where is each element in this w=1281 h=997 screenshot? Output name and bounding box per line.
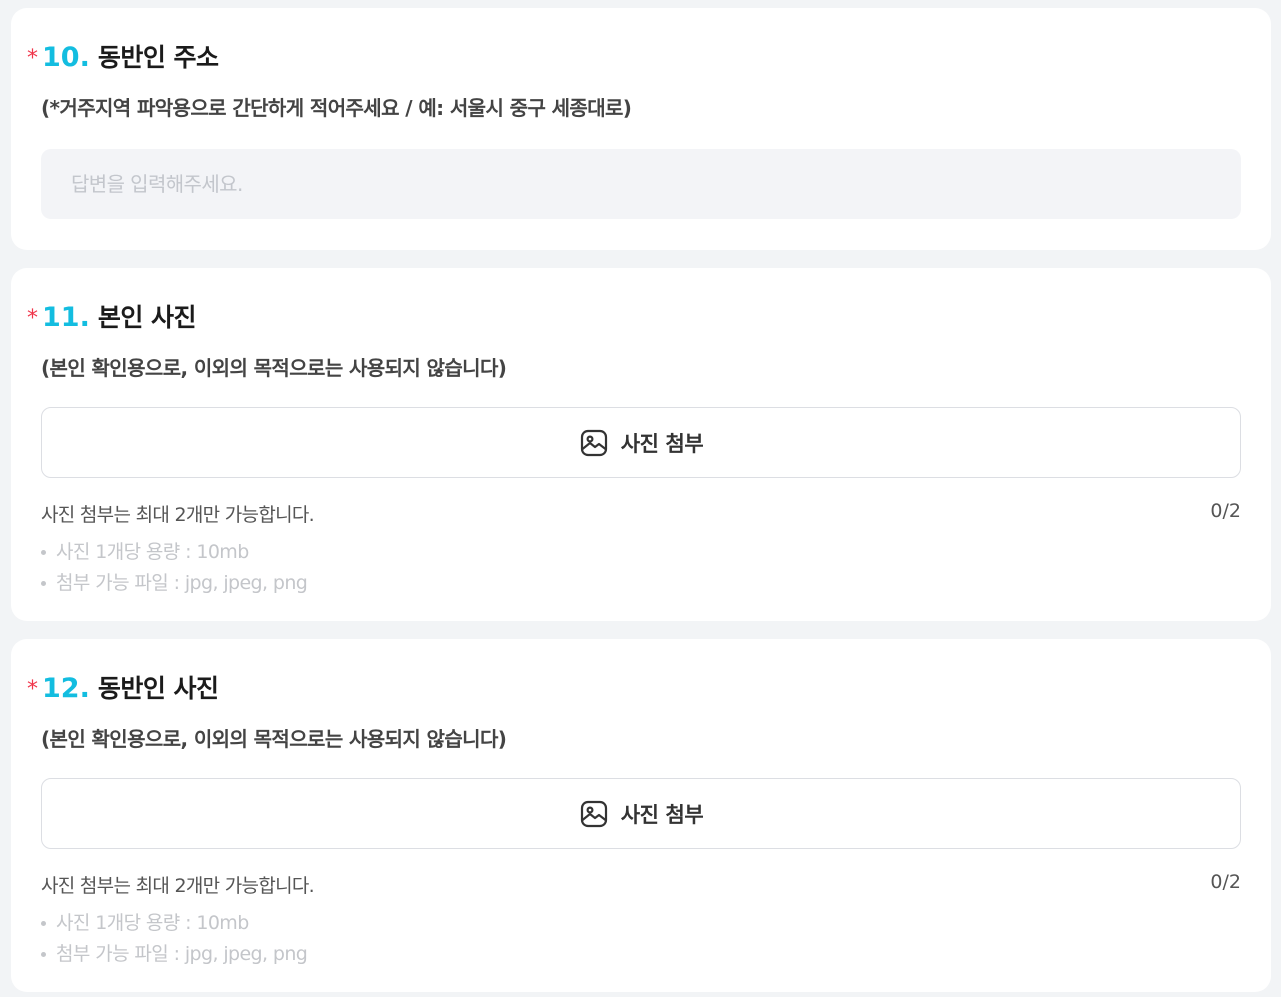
question-card-10: * 10. 동반인 주소 (*거주지역 파악용으로 간단하게 적어주세요 / 예… (11, 8, 1271, 250)
image-icon (579, 428, 609, 458)
attach-photo-label: 사진 첨부 (620, 431, 704, 456)
question-text: 본인 사진 (97, 303, 197, 332)
list-item: 첨부 가능 파일 : jpg, jpeg, png (41, 939, 308, 970)
question-description: (*거주지역 파악용으로 간단하게 적어주세요 / 예: 서울시 중구 세종대로… (41, 96, 632, 120)
question-number: 11. (42, 302, 90, 333)
attachment-counter: 0/2 (1210, 500, 1241, 522)
required-mark: * (27, 677, 38, 702)
bullet-icon (41, 581, 46, 586)
bullet-icon (41, 952, 46, 957)
attach-photo-button[interactable]: 사진 첨부 (41, 778, 1241, 849)
list-item: 첨부 가능 파일 : jpg, jpeg, png (41, 568, 308, 599)
note-text: 사진 1개당 용량 : 10mb (56, 541, 249, 563)
note-text: 첨부 가능 파일 : jpg, jpeg, png (56, 572, 308, 594)
companion-address-input[interactable] (41, 149, 1241, 219)
attach-limit-note: 사진 첨부는 최대 2개만 가능합니다. (41, 875, 315, 897)
required-mark: * (27, 46, 38, 71)
bullet-icon (41, 550, 46, 555)
question-description: (본인 확인용으로, 이외의 목적으로는 사용되지 않습니다) (41, 356, 507, 380)
question-title: * 10. 동반인 주소 (27, 38, 219, 74)
question-card-12: * 12. 동반인 사진 (본인 확인용으로, 이외의 목적으로는 사용되지 않… (11, 639, 1271, 992)
question-number: 12. (42, 673, 90, 704)
attach-limit-note: 사진 첨부는 최대 2개만 가능합니다. (41, 504, 315, 526)
image-icon (579, 799, 609, 829)
bullet-icon (41, 921, 46, 926)
file-rules-list: 사진 1개당 용량 : 10mb 첨부 가능 파일 : jpg, jpeg, p… (41, 908, 308, 970)
question-text: 동반인 사진 (97, 674, 219, 703)
question-number: 10. (42, 42, 90, 73)
question-title: * 11. 본인 사진 (27, 298, 197, 334)
list-item: 사진 1개당 용량 : 10mb (41, 908, 307, 939)
required-mark: * (27, 306, 38, 331)
list-item: 사진 1개당 용량 : 10mb (41, 537, 307, 568)
note-text: 사진 1개당 용량 : 10mb (56, 912, 249, 934)
question-title: * 12. 동반인 사진 (27, 669, 219, 705)
attach-photo-label: 사진 첨부 (620, 802, 704, 827)
note-text: 첨부 가능 파일 : jpg, jpeg, png (56, 943, 308, 965)
attach-photo-button[interactable]: 사진 첨부 (41, 407, 1241, 478)
file-rules-list: 사진 1개당 용량 : 10mb 첨부 가능 파일 : jpg, jpeg, p… (41, 537, 308, 599)
attachment-counter: 0/2 (1210, 871, 1241, 893)
question-text: 동반인 주소 (97, 43, 219, 72)
question-card-11: * 11. 본인 사진 (본인 확인용으로, 이외의 목적으로는 사용되지 않습… (11, 268, 1271, 621)
question-description: (본인 확인용으로, 이외의 목적으로는 사용되지 않습니다) (41, 727, 507, 751)
